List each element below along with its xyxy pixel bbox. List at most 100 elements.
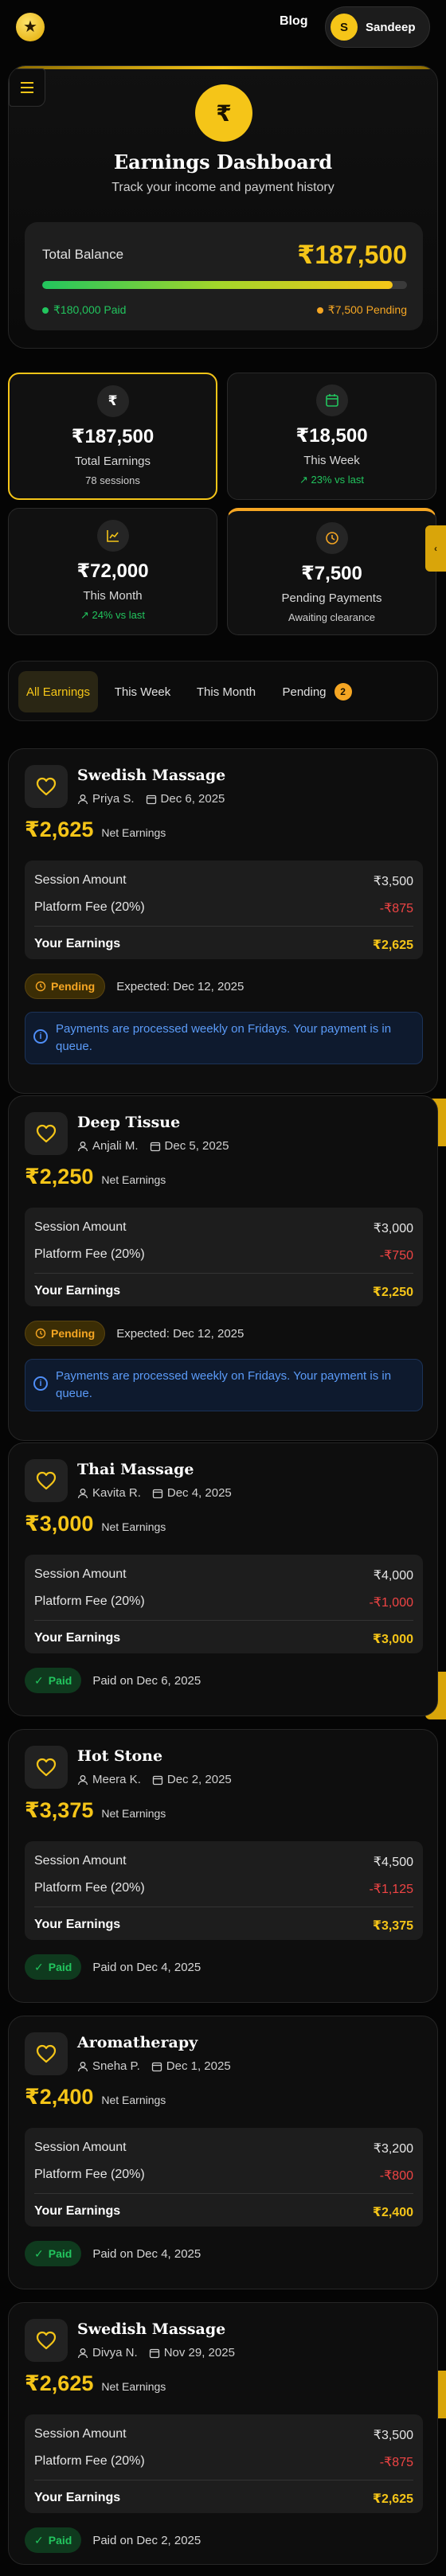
heart-icon [25,765,68,808]
divider [34,1273,413,1274]
row-label: Platform Fee (20%) [34,1594,145,1608]
stat-card-pending[interactable]: ₹7,500 Pending Payments Awaiting clearan… [227,508,436,635]
paid-text: ₹180,000 Paid [53,303,127,316]
heart-icon [25,1459,68,1502]
calendar-icon [315,384,348,416]
heart-icon [25,1112,68,1155]
status-badge: ✓ Paid [25,1668,82,1693]
row-value: ₹3,500 [373,875,413,888]
notice-text: Payments are processed weekly on Fridays… [56,1369,392,1400]
balance-progress-bar [42,281,407,289]
status-label: Pending [51,1327,96,1340]
heart-icon [25,1746,68,1789]
tab-this-week[interactable]: This Week [106,671,179,712]
row-value: -₹800 [379,2169,413,2183]
stat-value: ₹7,500 [301,563,362,584]
session-card[interactable]: Aromatherapy Sneha P. Dec 1, 2025 ₹2,400… [8,2016,438,2289]
stat-card-month[interactable]: ₹72,000 This Month ↗ 24% vs last [8,508,217,635]
session-date: Nov 29, 2025 [163,2346,235,2359]
stat-card-week[interactable]: ₹18,500 This Week ↗ 23% vs last [227,373,436,500]
your-earnings-row: Your Earnings ₹2,625 [34,937,413,953]
session-card[interactable]: Hot Stone Meera K. Dec 2, 2025 ₹3,375 Net… [8,1729,438,2003]
session-meta: Divya N. Nov 29, 2025 [77,2346,235,2359]
session-title: Hot Stone [77,1747,163,1765]
row-label: Session Amount [34,1854,127,1868]
stat-value: ₹187,500 [71,426,155,447]
net-amount: ₹2,250 Net Earnings [25,1165,166,1189]
balance-value: ₹187,500 [297,240,407,269]
earnings-breakdown: Session Amount ₹3,000 Platform Fee (20%)… [25,1208,423,1306]
net-amount: ₹2,625 Net Earnings [25,2371,166,2396]
heart-icon [25,2032,68,2075]
session-title: Aromatherapy [77,2034,198,2051]
net-amount: ₹2,625 Net Earnings [25,818,166,842]
hero-accent-line [9,66,437,69]
earnings-breakdown: Session Amount ₹4,000 Platform Fee (20%)… [25,1555,423,1653]
stat-note: 78 sessions [85,474,140,486]
logo-star-icon[interactable]: ★ [16,13,45,41]
person-icon [77,2061,88,2072]
row-label: Your Earnings [34,1918,121,1931]
platform-fee-row: Platform Fee (20%) -₹875 [34,2454,413,2470]
session-title: Swedish Massage [77,767,226,784]
side-drawer-tab[interactable]: ‹ [425,525,446,572]
tab-pending[interactable]: Pending 2 [273,671,361,712]
stat-card-total[interactable]: ₹ ₹187,500 Total Earnings 78 sessions [8,373,217,500]
session-meta: Meera K. Dec 2, 2025 [77,1773,232,1786]
net-label: Net Earnings [101,1520,166,1533]
blog-link[interactable]: Blog [280,14,308,29]
session-title: Swedish Massage [77,2320,226,2338]
paid-dot-icon [42,306,49,314]
net-amount-value: ₹2,250 [25,1165,94,1188]
row-value: -₹1,125 [369,1883,413,1896]
page-title: Earnings Dashboard [113,150,333,174]
clock-icon [315,522,348,554]
tab-all-earnings[interactable]: All Earnings [18,671,98,712]
check-icon: ✓ [34,1673,44,1687]
session-amount-row: Session Amount ₹3,200 [34,2141,413,2156]
row-value: ₹3,000 [373,1222,413,1235]
net-amount: ₹3,375 Net Earnings [25,1798,166,1823]
rupee-icon: ₹ [195,84,252,142]
your-earnings-row: Your Earnings ₹3,000 [34,1631,413,1647]
stat-label: This Week [303,454,360,467]
session-card[interactable]: Swedish Massage Divya N. Nov 29, 2025 ₹2… [8,2302,438,2565]
calendar-icon [151,2061,162,2072]
row-label: Session Amount [34,2141,127,2154]
session-card[interactable]: Deep Tissue Anjali M. Dec 5, 2025 ₹2,250… [8,1095,438,1441]
user-menu-button[interactable]: S Sandeep [325,6,430,48]
pending-amount: ₹7,500 Pending [316,303,407,317]
row-value: ₹2,400 [372,2206,413,2219]
status-badge: ✓ Paid [25,1954,82,1980]
tab-pending-label: Pending [282,685,327,699]
session-card[interactable]: Swedish Massage Priya S. Dec 6, 2025 ₹2,… [8,748,438,1094]
row-label: Platform Fee (20%) [34,2168,145,2181]
status-text: Expected: Dec 12, 2025 [116,1326,245,1341]
row-value: ₹2,625 [372,2492,413,2506]
hamburger-menu-icon[interactable] [9,68,45,107]
stat-label: Pending Payments [281,591,382,605]
platform-fee-row: Platform Fee (20%) -₹750 [34,1247,413,1263]
session-meta: Kavita R. Dec 4, 2025 [77,1486,232,1500]
calendar-icon [146,794,157,805]
row-label: Platform Fee (20%) [34,1247,145,1261]
row-value: ₹3,000 [372,1633,413,1646]
user-name: Sandeep [366,20,416,34]
calendar-icon [152,1774,163,1786]
paid-amount: ₹180,000 Paid [42,303,126,317]
heart-icon [25,2319,68,2362]
info-icon: i [33,1029,48,1044]
calendar-icon [152,1488,163,1499]
calendar-icon [150,1141,161,1152]
net-amount-value: ₹3,000 [25,1512,94,1536]
status-label: Paid [48,2247,72,2260]
person-icon [77,1141,88,1152]
session-card[interactable]: Thai Massage Kavita R. Dec 4, 2025 ₹3,00… [8,1442,438,1716]
status-text: Paid on Dec 4, 2025 [92,1960,201,1974]
client-name: Anjali M. [92,1139,139,1153]
person-icon [77,1774,88,1786]
info-icon: i [33,1376,48,1391]
client-name: Meera K. [92,1773,141,1786]
divider [34,1620,413,1621]
tab-this-month[interactable]: This Month [186,671,267,712]
